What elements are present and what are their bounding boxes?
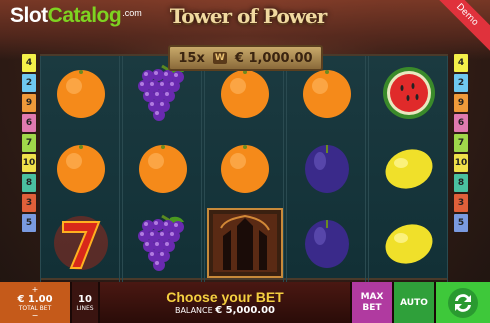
- payline-marker: 5: [454, 214, 468, 232]
- bet-plus-button[interactable]: +: [32, 285, 39, 294]
- payline-marker: 2: [22, 74, 36, 92]
- win-multiplier-banner: 15x W € 1,000.00: [168, 45, 323, 71]
- message-area: Choose your BET BALANCE € 5,000.00: [100, 282, 350, 323]
- spin-button[interactable]: [434, 282, 490, 323]
- payline-marker: 6: [454, 114, 468, 132]
- payline-marker: 10: [22, 154, 36, 172]
- watermelon-symbol-icon: [369, 56, 449, 129]
- reel-1: [40, 56, 120, 282]
- balance-display: BALANCE € 5,000.00: [175, 305, 275, 316]
- balance-value: € 5,000.00: [215, 305, 276, 316]
- payline-marker: 6: [22, 114, 36, 132]
- plum-symbol-icon: [287, 131, 367, 204]
- slotcatalog-watermark: Slot Catalog .com: [10, 4, 142, 28]
- reel-4: [286, 56, 366, 282]
- logo-slot-text: Slot: [10, 4, 48, 27]
- total-bet-value: € 1.00: [17, 293, 53, 305]
- bet-minus-button[interactable]: −: [32, 311, 39, 320]
- max-bet-button[interactable]: MAX BET: [350, 282, 392, 323]
- lines-label: LINES: [76, 304, 94, 312]
- reel-area: [40, 54, 448, 282]
- choose-bet-message: Choose your BET: [166, 289, 284, 305]
- wild-symbol-icon: W: [212, 52, 227, 64]
- logo-com-text: .com: [122, 8, 142, 18]
- payline-marker: 3: [22, 194, 36, 212]
- payline-marker: 9: [22, 94, 36, 112]
- payline-marker: 9: [454, 94, 468, 112]
- lines-value: 10: [78, 293, 92, 305]
- orange-symbol-icon: [41, 131, 121, 204]
- spin-arrows-icon: [448, 287, 478, 318]
- seven-symbol-icon: [41, 206, 121, 279]
- paylines-right: 4 2 9 6 7 10 8 3 5: [454, 54, 468, 280]
- logo-catalog-text: Catalog: [47, 4, 122, 27]
- tower-symbol-icon: [205, 206, 285, 279]
- payline-marker: 7: [22, 134, 36, 152]
- orange-symbol-icon: [205, 131, 285, 204]
- lemon-symbol-icon: [369, 206, 449, 279]
- orange-symbol-icon: [123, 131, 203, 204]
- balance-label: BALANCE: [174, 306, 213, 315]
- payline-marker: 10: [454, 154, 468, 172]
- auto-button[interactable]: AUTO: [392, 282, 434, 323]
- reel-5: [368, 56, 448, 282]
- payline-marker: 3: [454, 194, 468, 212]
- plum-symbol-icon: [287, 206, 367, 279]
- reel-2: [122, 56, 202, 282]
- payline-marker: 8: [22, 174, 36, 192]
- payline-marker: 8: [454, 174, 468, 192]
- orange-symbol-icon: [41, 56, 121, 129]
- win-amount: € 1,000.00: [234, 50, 313, 66]
- paylines-left: 4 2 9 6 7 10 8 3 5: [22, 54, 36, 280]
- game-screen: Slot Catalog .com Tower of Power Demo 42…: [0, 0, 490, 323]
- total-bet-control: + € 1.00 TOTAL BET −: [0, 282, 72, 323]
- payline-marker: 4: [454, 54, 468, 72]
- win-multiplier: 15x: [178, 50, 205, 66]
- payline-marker: 4: [22, 54, 36, 72]
- payline-marker: 2: [454, 74, 468, 92]
- lemon-symbol-icon: [369, 131, 449, 204]
- game-title: Tower of Power: [169, 4, 328, 28]
- reel-3: [204, 56, 284, 282]
- payline-marker: 7: [454, 134, 468, 152]
- grapes-symbol-icon: [123, 206, 203, 279]
- control-bar: + € 1.00 TOTAL BET − 10 LINES Choose you…: [0, 282, 490, 323]
- lines-indicator: 10 LINES: [72, 282, 100, 323]
- payline-marker: 5: [22, 214, 36, 232]
